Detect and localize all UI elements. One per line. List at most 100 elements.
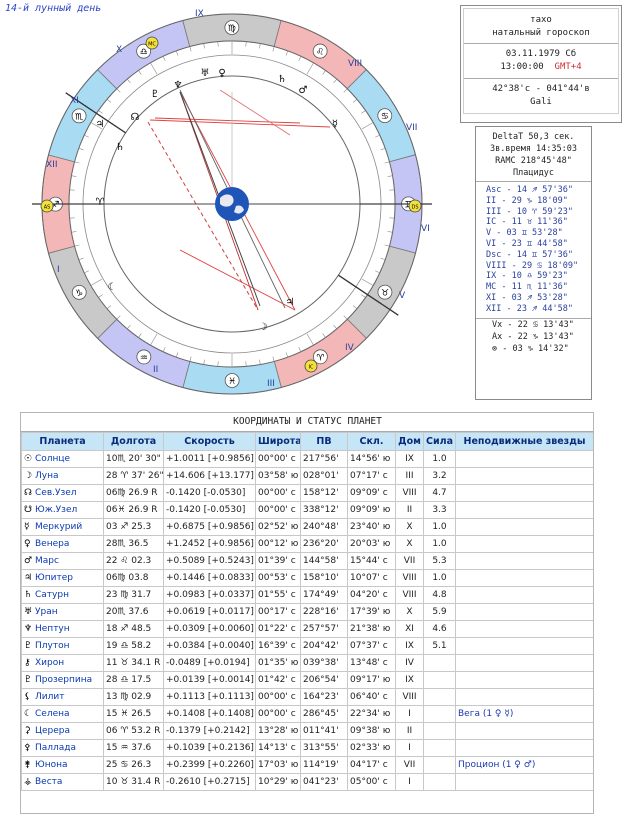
planet-name: Церера [35, 726, 70, 736]
column-header[interactable]: Скл. [348, 433, 396, 451]
fixed-star [456, 485, 594, 502]
planet-cell: ⚳Церера [22, 723, 104, 740]
table-row[interactable]: ☽Луна28 ♈ 37' 26"+14.606 [+13.177]03°58'… [22, 468, 594, 485]
point-row: ⊗ - 03 ♑ 14'32" [476, 343, 591, 355]
table-row[interactable]: ♃Юпитер06♍ 03.8+0.1446 [+0.0833]00°53' с… [22, 570, 594, 587]
table-row[interactable]: ⚳Церера06 ♈ 53.2 R-0.1379 [+0.2142]13°28… [22, 723, 594, 740]
speed: -0.1420 [-0.0530] [164, 485, 256, 502]
house-numeral: X [116, 45, 122, 55]
ramc: RAMC 218°45'48" [476, 155, 591, 167]
table-row[interactable]: ♄Сатурн23 ♍ 31.7+0.0983 [+0.0337]01°55' … [22, 587, 594, 604]
house: IX [396, 451, 424, 468]
point-row: Ax - 22 ♑ 13'43" [476, 331, 591, 343]
longitude: 15 ♓ 26.5 [104, 706, 164, 723]
longitude: 10 ♉ 31.4 R [104, 774, 164, 791]
power: 5.3 [424, 553, 456, 570]
power [424, 655, 456, 672]
table-row[interactable]: ⚴Паллада15 ♒ 37.6+0.1039 [+0.2136]14°13'… [22, 740, 594, 757]
cusp-row: IC - 11 ♉ 11'36" [476, 217, 591, 228]
declination: 04°17' с [348, 757, 396, 774]
house: VII [396, 553, 424, 570]
axis-marker-icon: MC [148, 42, 156, 48]
planet-glyph-icon: ♄ [116, 142, 125, 153]
power [424, 723, 456, 740]
coordinates: 42°38'с - 041°44'в [464, 83, 618, 96]
speed: +0.1446 [+0.0833] [164, 570, 256, 587]
longitude: 11 ♉ 34.1 R [104, 655, 164, 672]
table-row[interactable]: ☿Меркурий03 ♐ 25.3+0.6875 [+0.9856]02°52… [22, 519, 594, 536]
latitude: 01°39' с [256, 553, 301, 570]
planet-glyph-icon: ♂ [24, 556, 35, 566]
power: 1.0 [424, 451, 456, 468]
table-row[interactable]: ☉Солнце10♏ 20' 30"+1.0011 [+0.9856]00°00… [22, 451, 594, 468]
planet-cell: ⚸Лилит [22, 689, 104, 706]
table-row[interactable]: ☋Юж.Узел06♓ 26.9 R-0.1420 [-0.0530]00°00… [22, 502, 594, 519]
sidereal-time: Зв.время 14:35:03 [476, 143, 591, 155]
table-row[interactable]: ♅Уран20♏ 37.6+0.0619 [+0.0117]00°17' с22… [22, 604, 594, 621]
table-row[interactable]: ⚷Хирон11 ♉ 34.1 R-0.0489 [+0.0194]01°35'… [22, 655, 594, 672]
speed: -0.1379 [+0.2142] [164, 723, 256, 740]
earth-globe-icon [215, 187, 249, 221]
right-ascension: 039°38' [301, 655, 348, 672]
speed: +14.606 [+13.177] [164, 468, 256, 485]
declination: 04°20' с [348, 587, 396, 604]
fixed-star [456, 536, 594, 553]
latitude: 00°00' с [256, 706, 301, 723]
table-row[interactable]: ☾Селена15 ♓ 26.5+0.1408 [+0.1408]00°00' … [22, 706, 594, 723]
column-header[interactable]: Планета [22, 433, 104, 451]
planet-cell: ⚷Хирон [22, 655, 104, 672]
planet-glyph-icon: ⚳ [24, 726, 35, 736]
column-header[interactable]: Скорость [164, 433, 256, 451]
house: X [396, 519, 424, 536]
column-header[interactable]: ПВ [301, 433, 348, 451]
planet-cell: ☉Солнце [22, 451, 104, 468]
house: IX [396, 638, 424, 655]
table-row[interactable]: ♇Прозерпина28 ♎ 17.5+0.0139 [+0.0014]01°… [22, 672, 594, 689]
house-numeral: VI [421, 224, 430, 234]
longitude: 06♓ 26.9 R [104, 502, 164, 519]
planet-name: Селена [35, 709, 70, 719]
column-header[interactable]: Неподвижные звезды [456, 433, 594, 451]
right-ascension: 158°10' [301, 570, 348, 587]
planet-glyph-icon: ♂ [299, 85, 308, 96]
planet-cell: ☿Меркурий [22, 519, 104, 536]
declination: 09°38' ю [348, 723, 396, 740]
column-header[interactable]: Широта [256, 433, 301, 451]
house: VII [396, 757, 424, 774]
planet-glyph-icon: ☾ [108, 282, 117, 293]
table-row[interactable]: ♇Плутон19 ♎ 58.2+0.0384 [+0.0040]16°39' … [22, 638, 594, 655]
table-row[interactable]: ⚸Лилит13 ♍ 02.9+0.1113 [+0.1113]00°00' с… [22, 689, 594, 706]
fixed-star [456, 587, 594, 604]
longitude: 22 ♌ 02.3 [104, 553, 164, 570]
planet-glyph-icon: ♀ [218, 68, 225, 79]
planet-name: Юнона [35, 760, 68, 770]
table-row[interactable]: ♀Венера28♏ 36.5+1.2452 [+0.9856]00°12' ю… [22, 536, 594, 553]
planet-glyph-icon: ♇ [24, 675, 35, 685]
column-header[interactable]: Долгота [104, 433, 164, 451]
right-ascension: 338°12' [301, 502, 348, 519]
fixed-star [456, 553, 594, 570]
column-header[interactable]: Сила [424, 433, 456, 451]
power [424, 706, 456, 723]
planet-cell: ♅Уран [22, 604, 104, 621]
latitude: 00°00' с [256, 485, 301, 502]
house: X [396, 536, 424, 553]
table-row[interactable]: ⚶Веста10 ♉ 31.4 R-0.2610 [+0.2715]10°29'… [22, 774, 594, 791]
table-row[interactable]: ♂Марс22 ♌ 02.3+0.5089 [+0.5243]01°39' с1… [22, 553, 594, 570]
power: 4.7 [424, 485, 456, 502]
speed: +0.6875 [+0.9856] [164, 519, 256, 536]
table-row[interactable]: ⚵Юнона25 ♋ 26.3+0.2399 [+0.2260]17°03' ю… [22, 757, 594, 774]
column-header[interactable]: Дом [396, 433, 424, 451]
fixed-star [456, 570, 594, 587]
right-ascension: 228°16' [301, 604, 348, 621]
planet-cell: ♂Марс [22, 553, 104, 570]
table-row[interactable]: ☊Сев.Узел06♍ 26.9 R-0.1420 [-0.0530]00°0… [22, 485, 594, 502]
longitude: 19 ♎ 58.2 [104, 638, 164, 655]
speed: +0.1113 [+0.1113] [164, 689, 256, 706]
declination: 05°00' с [348, 774, 396, 791]
longitude: 10♏ 20' 30" [104, 451, 164, 468]
table-row[interactable]: ♆Нептун18 ♐ 48.5+0.0309 [+0.0060]01°22' … [22, 621, 594, 638]
fixed-star [456, 672, 594, 689]
planet-cell: ☾Селена [22, 706, 104, 723]
place-name: Gali [464, 96, 618, 109]
